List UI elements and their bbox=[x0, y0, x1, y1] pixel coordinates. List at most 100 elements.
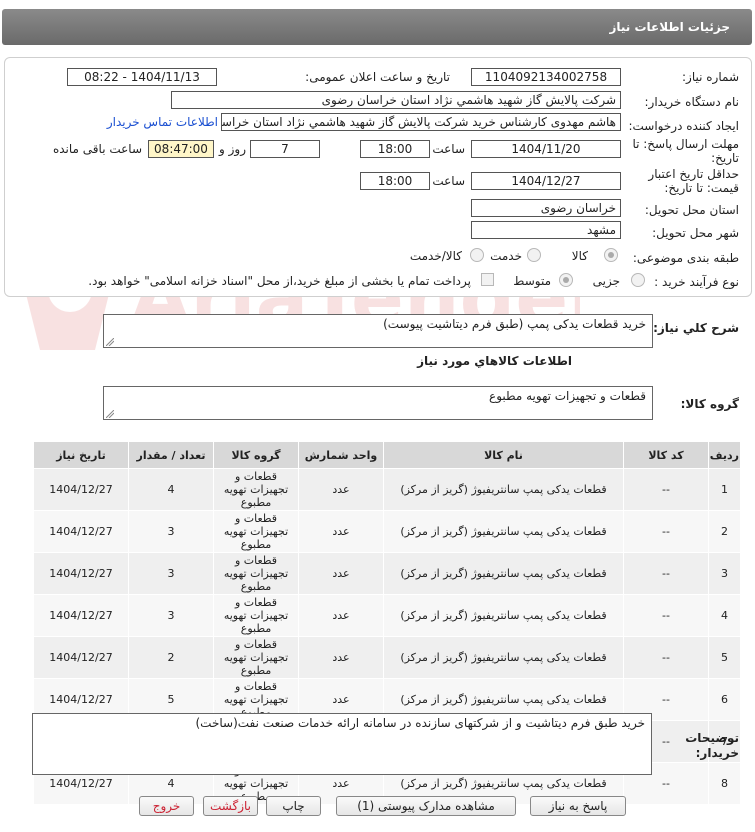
deadline-label-2: تاریخ: bbox=[711, 151, 739, 165]
cell-group: قطعات و تجهیزات تهویه مطبوع bbox=[213, 552, 299, 595]
table-header-row: ردیف کد کالا نام کالا واحد شمارش گروه کا… bbox=[33, 441, 741, 469]
need-number-field[interactable]: 1104092134002758 bbox=[471, 68, 621, 86]
header-bar: جزئیات اطلاعات نیاز bbox=[2, 9, 752, 45]
page-header: جزئیات اطلاعات نیاز bbox=[0, 0, 755, 50]
cell-row-no: 4 bbox=[708, 594, 741, 637]
cell-code: -- bbox=[623, 552, 709, 595]
validity-time-field[interactable]: 18:00 bbox=[360, 172, 430, 190]
goods-group-text: قطعات و تجهیزات تهویه مطبوع bbox=[489, 389, 646, 403]
purchase-radio-minor[interactable] bbox=[631, 273, 645, 287]
table-row[interactable]: 5 -- قطعات یدکی پمپ سانتریفیوژ (گریز از مر… bbox=[33, 636, 741, 679]
notes-textbox[interactable]: خرید طبق فرم دیتاشیت و از شرکتهای سازنده… bbox=[32, 713, 652, 775]
category-label: طبقه بندی موضوعی: bbox=[632, 251, 739, 265]
summary-textbox[interactable]: خرید قطعات یدکی پمپ (طبق فرم دیتاشیت پیو… bbox=[103, 314, 653, 348]
cell-date: 1404/12/27 bbox=[33, 468, 129, 511]
col-header-code: کد کالا bbox=[623, 441, 709, 469]
cell-date: 1404/12/27 bbox=[33, 552, 129, 595]
cell-row-no: 6 bbox=[708, 678, 741, 721]
cell-qty: 3 bbox=[128, 594, 214, 637]
validity-label-1: حداقل تاریخ اعتبار bbox=[648, 167, 739, 181]
purchase-option-medium: متوسط bbox=[513, 274, 551, 288]
cell-date: 1404/12/27 bbox=[33, 636, 129, 679]
buyer-org-label: نام دستگاه خریدار: bbox=[644, 95, 740, 109]
resize-grip-icon[interactable] bbox=[106, 338, 114, 346]
cell-group: قطعات و تجهیزات تهویه مطبوع bbox=[213, 636, 299, 679]
cell-unit: عدد bbox=[298, 594, 384, 637]
cell-unit: عدد bbox=[298, 552, 384, 595]
reply-button[interactable]: پاسخ به نیاز bbox=[530, 796, 626, 816]
goods-group-textbox[interactable]: قطعات و تجهیزات تهویه مطبوع bbox=[103, 386, 653, 420]
cell-name: قطعات یدکی پمپ سانتریفیوژ (گریز از مرکز) bbox=[383, 510, 624, 553]
goods-group-label: گروه کالا: bbox=[680, 397, 739, 411]
notes-label-1: توضیحات bbox=[685, 731, 739, 745]
notes-label-2: خریدار: bbox=[695, 746, 739, 760]
back-button[interactable]: بازگشت bbox=[203, 796, 258, 816]
province-label: استان محل تحویل: bbox=[644, 203, 739, 217]
cell-name: قطعات یدکی پمپ سانتریفیوژ (گریز از مرکز) bbox=[383, 552, 624, 595]
announce-field[interactable]: 1404/11/13 - 08:22 bbox=[67, 68, 217, 86]
cell-name: قطعات یدکی پمپ سانتریفیوژ (گریز از مرکز) bbox=[383, 468, 624, 511]
cell-row-no: 3 bbox=[708, 552, 741, 595]
cell-date: 1404/12/27 bbox=[33, 594, 129, 637]
cell-name: قطعات یدکی پمپ سانتریفیوژ (گریز از مرکز) bbox=[383, 636, 624, 679]
cell-name: قطعات یدکی پمپ سانتریفیوژ (گریز از مرکز) bbox=[383, 594, 624, 637]
deadline-date-field[interactable]: 1404/11/20 bbox=[471, 140, 621, 158]
summary-text: خرید قطعات یدکی پمپ (طبق فرم دیتاشیت پیو… bbox=[383, 317, 646, 331]
cell-row-no: 2 bbox=[708, 510, 741, 553]
purchase-option-minor: جزیی bbox=[592, 274, 620, 288]
summary-label: شرح كلي نياز: bbox=[653, 321, 739, 335]
creator-label: ایجاد کننده درخواست: bbox=[628, 119, 739, 133]
announce-label: تاریخ و ساعت اعلان عمومی: bbox=[305, 70, 450, 84]
category-radio-service[interactable] bbox=[527, 248, 541, 262]
exit-button[interactable]: خروج bbox=[139, 796, 194, 816]
view-attachments-button[interactable]: مشاهده مدارک پیوستی (1) bbox=[336, 796, 516, 816]
cell-group: قطعات و تجهیزات تهویه مطبوع bbox=[213, 468, 299, 511]
cell-code: -- bbox=[623, 510, 709, 553]
purchase-type-label: نوع فرآیند خرید : bbox=[654, 275, 739, 289]
table-row[interactable]: 4 -- قطعات یدکی پمپ سانتریفیوژ (گریز از مر… bbox=[33, 594, 741, 637]
days-field[interactable]: 7 bbox=[250, 140, 320, 158]
cell-date: 1404/12/27 bbox=[33, 510, 129, 553]
days-label: روز و bbox=[219, 142, 246, 156]
treasury-note: پرداخت تمام یا بخشی از مبلغ خرید،از محل … bbox=[88, 274, 471, 288]
category-option-goods: کالا bbox=[571, 249, 588, 263]
cell-row-no: 5 bbox=[708, 636, 741, 679]
remaining-time-field: 08:47:00 bbox=[148, 140, 214, 158]
table-row[interactable]: 3 -- قطعات یدکی پمپ سانتریفیوژ (گریز از مر… bbox=[33, 552, 741, 595]
buyer-contact-link[interactable]: اطلاعات تماس خریدار bbox=[107, 115, 218, 129]
col-header-unit: واحد شمارش bbox=[298, 441, 384, 469]
col-header-group: گروه کالا bbox=[213, 441, 299, 469]
cell-qty: 2 bbox=[128, 636, 214, 679]
category-option-both: کالا/خدمت bbox=[409, 249, 462, 263]
category-radio-both[interactable] bbox=[470, 248, 484, 262]
resize-grip-icon[interactable] bbox=[106, 410, 114, 418]
col-header-name: نام کالا bbox=[383, 441, 624, 469]
deadline-time-label: ساعت bbox=[432, 142, 465, 156]
province-field[interactable]: خراسان رضوی bbox=[471, 199, 621, 217]
notes-text: خرید طبق فرم دیتاشیت و از شرکتهای سازنده… bbox=[195, 716, 646, 730]
cell-qty: 3 bbox=[128, 510, 214, 553]
deadline-time-field[interactable]: 18:00 bbox=[360, 140, 430, 158]
creator-field[interactable]: هاشم مهدوی کارشناس خرید شرکت پالایش گاز … bbox=[221, 113, 621, 131]
validity-label-2: قیمت: تا تاریخ: bbox=[664, 181, 739, 195]
cell-group: قطعات و تجهیزات تهویه مطبوع bbox=[213, 510, 299, 553]
buyer-org-field[interactable]: شرکت پالایش گاز شهید هاشمي نژاد استان خر… bbox=[171, 91, 621, 109]
validity-date-field[interactable]: 1404/12/27 bbox=[471, 172, 621, 190]
deadline-label-1: مهلت ارسال پاسخ: تا bbox=[632, 137, 739, 151]
purchase-radio-medium[interactable] bbox=[559, 273, 573, 287]
col-header-row-no: ردیف bbox=[708, 441, 741, 469]
city-label: شهر محل تحویل: bbox=[652, 226, 739, 240]
print-button[interactable]: چاپ bbox=[266, 796, 321, 816]
table-row[interactable]: 1 -- قطعات یدکی پمپ سانتریفیوژ (گریز از مر… bbox=[33, 468, 741, 511]
city-field[interactable]: مشهد bbox=[471, 221, 621, 239]
treasury-checkbox[interactable] bbox=[481, 273, 494, 286]
col-header-qty: تعداد / مقدار bbox=[128, 441, 214, 469]
page-title: جزئیات اطلاعات نیاز bbox=[609, 20, 730, 34]
category-radio-goods[interactable] bbox=[604, 248, 618, 262]
cell-qty: 4 bbox=[128, 468, 214, 511]
validity-time-label: ساعت bbox=[432, 174, 465, 188]
cell-row-no: 1 bbox=[708, 468, 741, 511]
need-number-label: شماره نیاز: bbox=[682, 70, 739, 84]
table-row[interactable]: 2 -- قطعات یدکی پمپ سانتریفیوژ (گریز از مر… bbox=[33, 510, 741, 553]
cell-unit: عدد bbox=[298, 510, 384, 553]
